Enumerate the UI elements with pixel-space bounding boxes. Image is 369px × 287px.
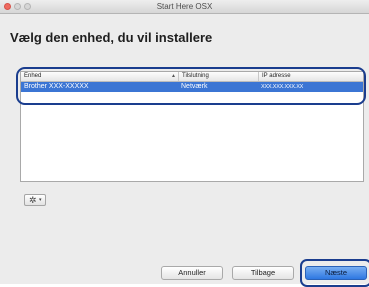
next-button-highlight-outline — [300, 259, 369, 287]
cancel-button[interactable]: Annuller — [161, 266, 223, 280]
window-title: Start Here OSX — [156, 2, 213, 11]
title-bar[interactable]: Start Here OSX — [0, 0, 369, 14]
chevron-down-icon: ▾ — [39, 197, 42, 203]
page-title: Vælg den enhed, du vil installere — [10, 30, 213, 45]
gear-menu-button[interactable]: ✲ ▾ — [24, 194, 46, 206]
table-highlight-outline — [16, 67, 366, 105]
installer-window: Start Here OSX Vælg den enhed, du vil in… — [0, 0, 369, 287]
gear-icon: ✲ — [29, 195, 37, 205]
back-button[interactable]: Tilbage — [232, 266, 294, 280]
